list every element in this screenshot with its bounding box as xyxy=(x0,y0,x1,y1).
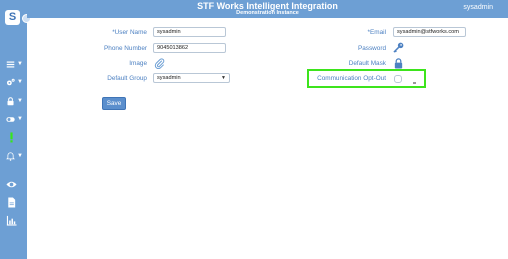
sidebar: S ▼ ▼ ▼ ▼ ▼ xyxy=(0,0,31,259)
eye-icon xyxy=(6,181,17,187)
paperclip-icon[interactable] xyxy=(154,58,165,69)
phone-number-input[interactable]: 9045013862 xyxy=(153,43,226,53)
app-subtitle: Demonstration Instance xyxy=(236,10,299,16)
user-name-input[interactable]: sysadmin xyxy=(153,27,226,37)
password-label: Password xyxy=(357,45,386,52)
gears-icon xyxy=(6,78,15,85)
chevron-down-icon: ▼ xyxy=(17,79,23,85)
bar-chart-icon xyxy=(6,215,17,226)
bell-icon xyxy=(6,151,15,161)
email-input[interactable]: sysadmin@stfworks.com xyxy=(393,27,466,37)
email-label: *Email xyxy=(367,29,386,36)
default-group-label: Default Group xyxy=(107,75,147,82)
chevron-down-icon: ▼ xyxy=(17,61,23,67)
default-group-select[interactable]: sysadmin ▼ xyxy=(153,73,230,83)
key-icon[interactable] xyxy=(393,42,404,53)
chevron-down-icon: ▼ xyxy=(17,98,23,104)
resize-handle-icon xyxy=(413,82,416,84)
exclamation-icon xyxy=(10,131,13,142)
top-bar: STF Works Intelligent Integration Demons… xyxy=(27,0,508,18)
phone-number-label: Phone Number xyxy=(104,45,147,52)
chevron-down-icon: ▼ xyxy=(221,75,226,81)
lock-icon xyxy=(7,96,14,105)
sidebar-item-view[interactable] xyxy=(6,177,23,191)
communication-opt-out-label: Communication Opt-Out xyxy=(317,75,386,82)
sidebar-item-notifications[interactable]: ▼ xyxy=(6,149,23,163)
lock-icon[interactable] xyxy=(393,58,404,69)
menu-icon xyxy=(6,60,15,68)
user-name-label: *User Name xyxy=(112,29,147,36)
document-icon xyxy=(8,196,16,208)
toggle-icon xyxy=(6,116,15,122)
current-user[interactable]: sysadmin xyxy=(463,4,493,11)
sidebar-item-documents[interactable] xyxy=(6,195,23,209)
sidebar-item-security[interactable]: ▼ xyxy=(6,94,23,108)
default-group-value: sysadmin xyxy=(157,75,181,81)
chevron-down-icon: ▼ xyxy=(17,116,23,122)
chevron-down-icon: ▼ xyxy=(17,153,23,159)
default-mask-label: Default Mask xyxy=(348,60,386,67)
communication-opt-out-checkbox[interactable] xyxy=(394,75,402,83)
sidebar-item-alerts[interactable] xyxy=(6,130,23,144)
app-logo[interactable]: S xyxy=(5,10,20,25)
sidebar-item-settings[interactable]: ▼ xyxy=(6,75,23,89)
image-label: Image xyxy=(129,60,147,67)
sidebar-item-reports[interactable] xyxy=(6,213,23,227)
sidebar-item-toggles[interactable]: ▼ xyxy=(6,112,23,126)
sidebar-item-menu[interactable]: ▼ xyxy=(6,57,23,71)
save-button[interactable]: Save xyxy=(102,97,126,110)
